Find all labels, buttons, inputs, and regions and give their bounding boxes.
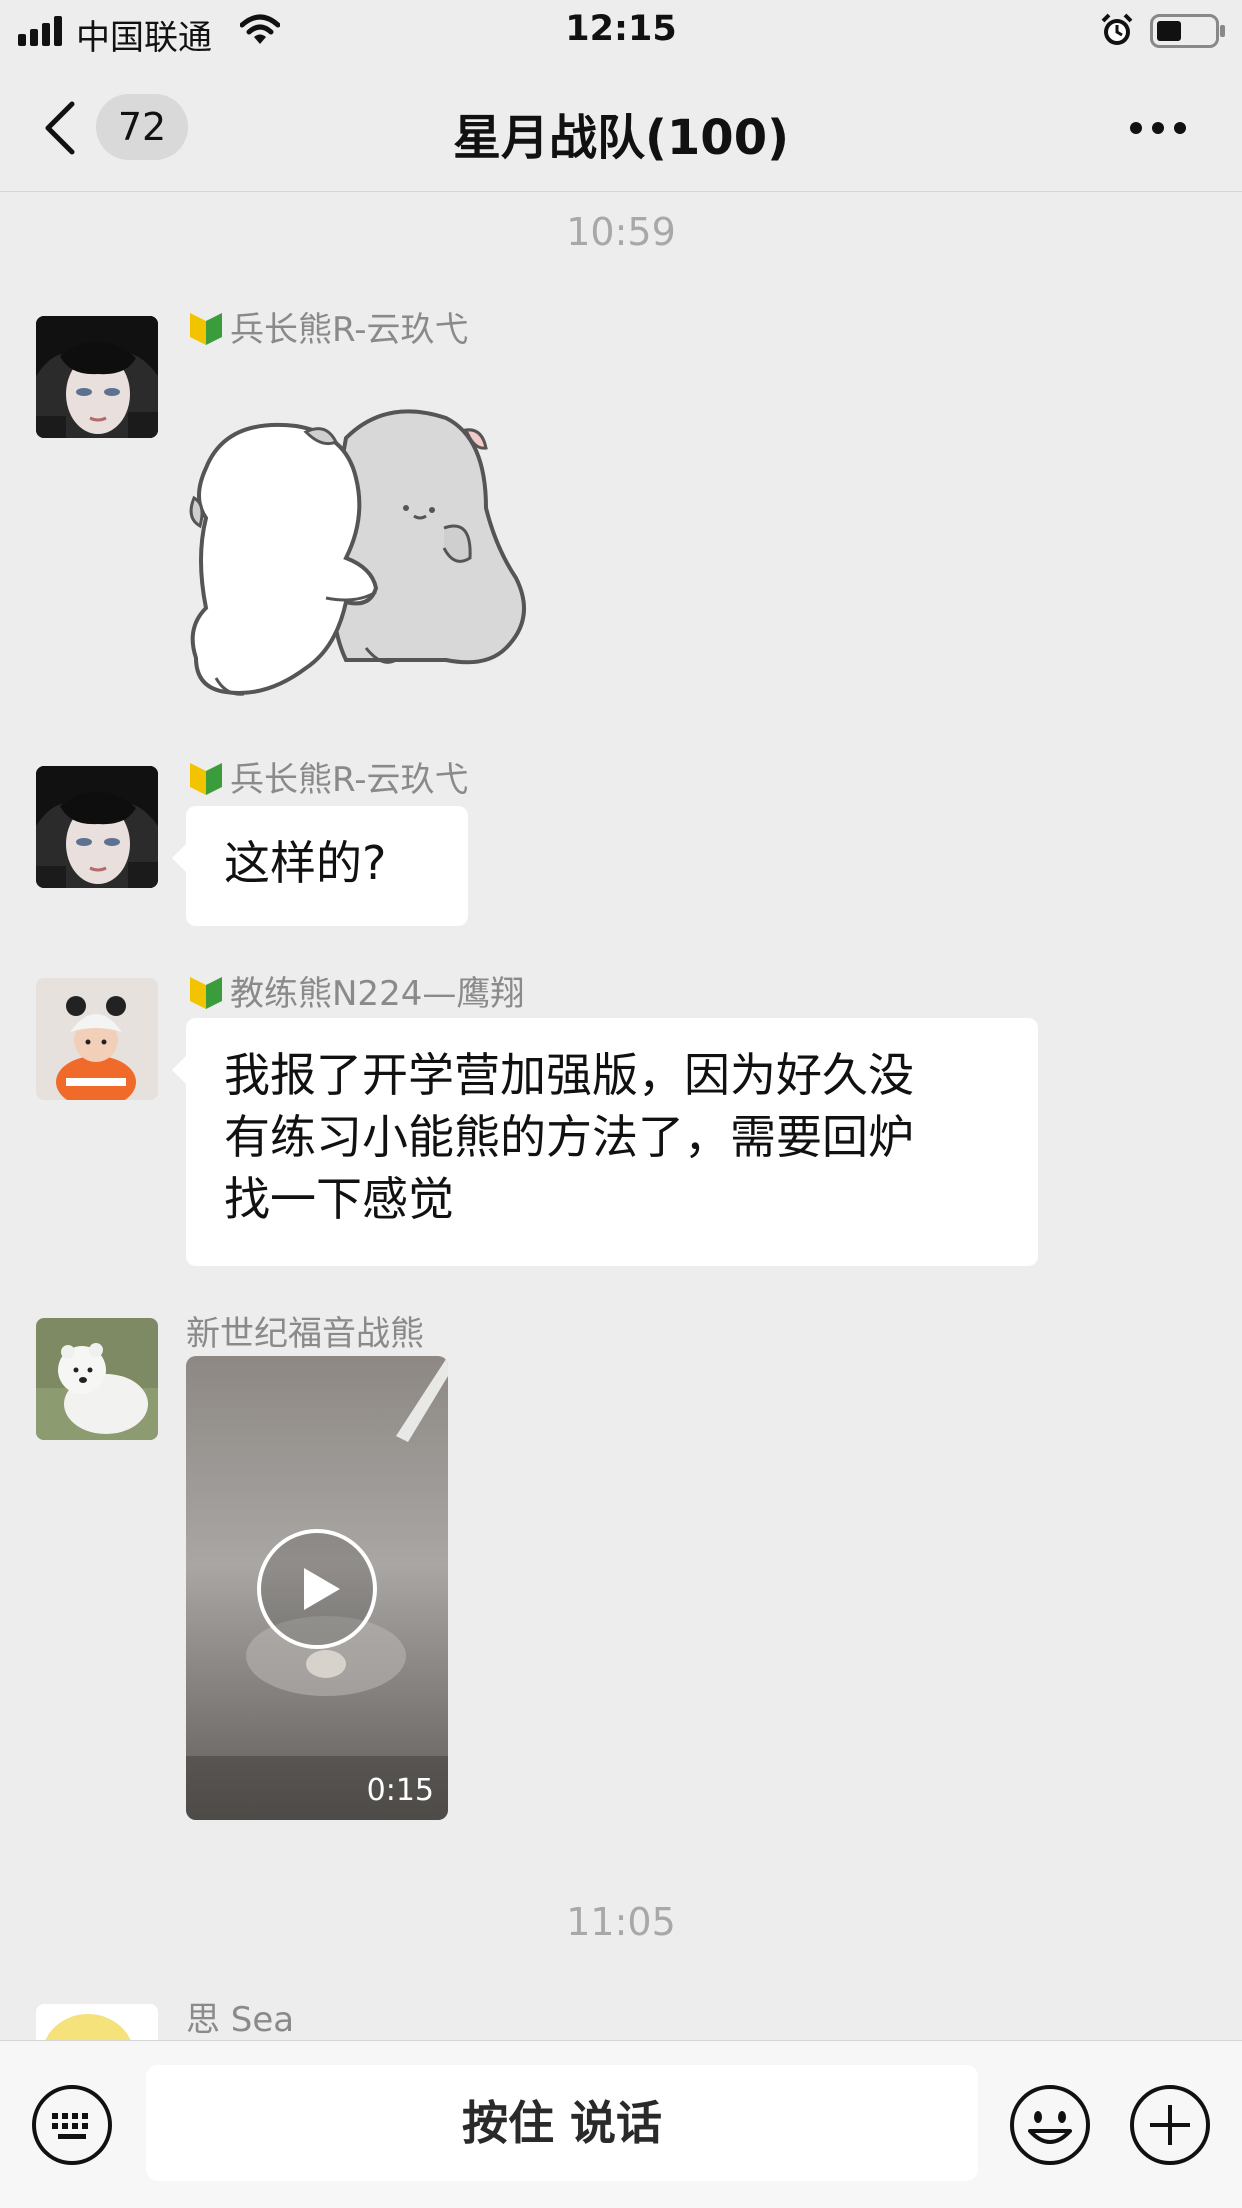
battery-icon: [1150, 14, 1225, 48]
avatar[interactable]: [36, 978, 158, 1100]
sticker-image[interactable]: [186, 398, 542, 708]
sender-name-text: 兵长熊R-云玖弋: [230, 310, 469, 350]
beginner-flag-icon: [190, 763, 222, 795]
play-icon[interactable]: [256, 1528, 378, 1650]
more-icon[interactable]: [1128, 118, 1188, 138]
message-bubble[interactable]: 我报了开学营加强版，因为好久没 有练习小能熊的方法了，需要回炉 找一下感觉: [172, 1018, 1038, 1266]
sender-name: 新世纪福音战熊: [186, 1306, 424, 1355]
input-bar: 按住 说话: [0, 2040, 1242, 2208]
sender-name: 兵长熊R-云玖弋: [188, 752, 469, 801]
beginner-flag-icon: [190, 977, 222, 1009]
keyboard-icon[interactable]: [30, 2083, 114, 2167]
message-text: 这样的?: [224, 836, 387, 890]
chat-header: 72 星月战队(100): [0, 64, 1242, 192]
status-bar: 中国联通 12:15: [0, 0, 1242, 64]
sender-name-text: 教练熊N224—鹰翔: [230, 974, 525, 1014]
sender-name: 兵长熊R-云玖弋: [188, 302, 469, 351]
avatar[interactable]: [36, 1318, 158, 1440]
message-text-line: 我报了开学营加强版，因为好久没: [224, 1048, 914, 1102]
avatar[interactable]: [36, 766, 158, 888]
avatar[interactable]: [36, 316, 158, 438]
message-timestamp: 10:59: [566, 210, 676, 254]
video-message[interactable]: 0:15: [186, 1356, 448, 1820]
clock: 12:15: [565, 9, 677, 49]
message-timestamp: 11:05: [566, 1900, 676, 1944]
alarm-icon: [1101, 13, 1133, 45]
sender-name: 教练熊N224—鹰翔: [188, 966, 524, 1015]
sender-name-text: 兵长熊R-云玖弋: [230, 760, 469, 800]
emoji-icon[interactable]: [1008, 2083, 1092, 2167]
hold-to-talk-button[interactable]: 按住 说话: [146, 2065, 978, 2181]
sender-name-text: 新世纪福音战熊: [186, 1314, 424, 1354]
video-duration: 0:15: [366, 1773, 434, 1808]
plus-icon[interactable]: [1128, 2083, 1212, 2167]
sender-name: 思 Sea: [186, 1992, 294, 2041]
beginner-flag-icon: [190, 313, 222, 345]
message-bubble[interactable]: 这样的?: [172, 806, 468, 926]
message-text-line: 有练习小能熊的方法了，需要回炉: [224, 1110, 914, 1164]
sender-name-text: 思 Sea: [186, 2000, 295, 2040]
avatar[interactable]: [36, 2004, 158, 2040]
chat-title: 星月战队(100): [452, 110, 790, 166]
message-text-line: 找一下感觉: [224, 1172, 454, 1226]
